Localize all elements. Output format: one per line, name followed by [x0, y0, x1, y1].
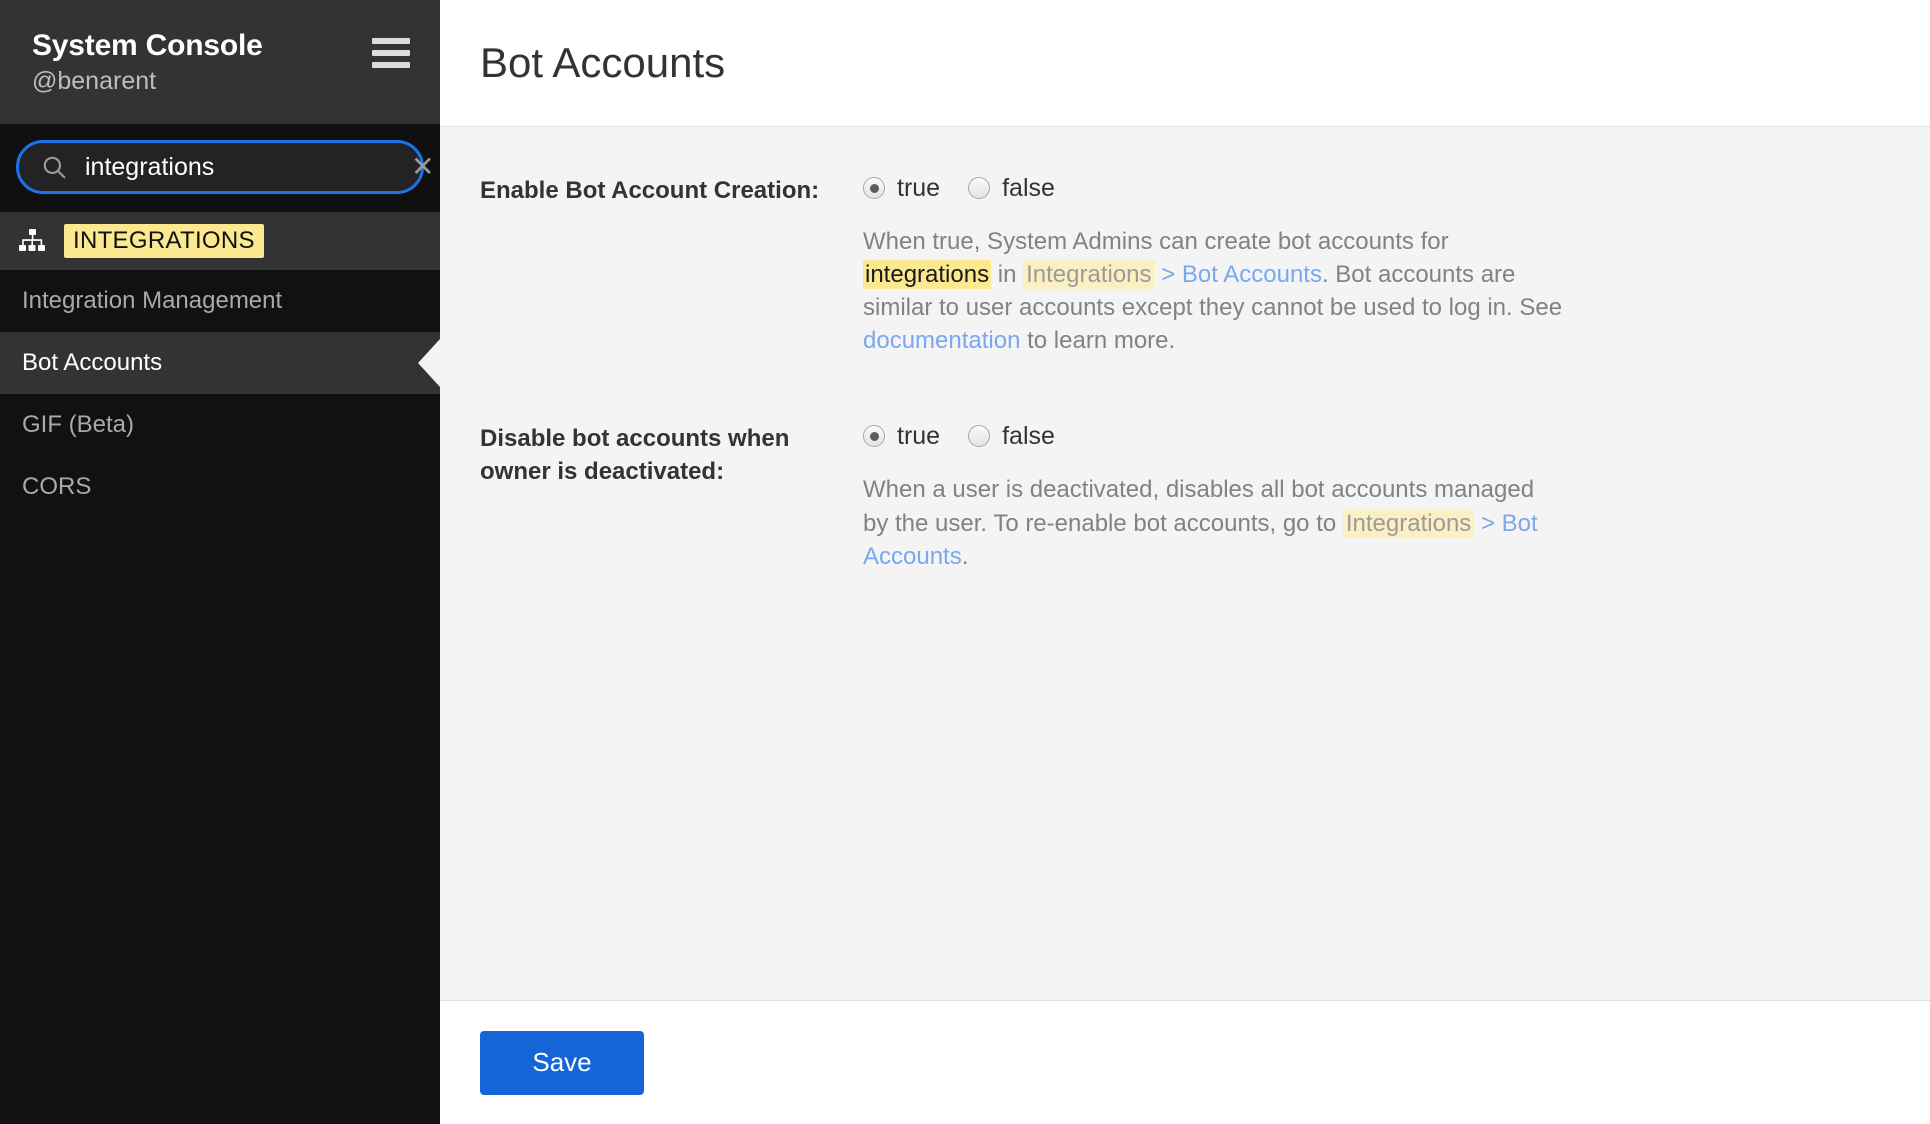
- sidebar-item-label: GIF (Beta): [22, 411, 134, 439]
- radio-group-enable-bot-account-creation: true false: [863, 171, 1890, 205]
- current-username: @benarent: [32, 67, 263, 97]
- sidebar-item-label: Bot Accounts: [22, 349, 162, 377]
- hamburger-icon[interactable]: [372, 38, 410, 68]
- link-documentation[interactable]: documentation: [863, 327, 1020, 354]
- search-area: ✕: [0, 124, 440, 212]
- main-panel: Bot Accounts Enable Bot Account Creation…: [440, 0, 1930, 1124]
- sidebar-header: System Console @benarent: [0, 0, 440, 124]
- help-text-segment: in: [991, 261, 1023, 288]
- search-match-highlight-soft: Integrations: [1023, 260, 1154, 289]
- link-bot-accounts[interactable]: > Bot Accounts: [1155, 261, 1322, 288]
- radio-indicator[interactable]: [863, 425, 885, 447]
- sitemap-icon: [18, 228, 50, 254]
- radio-label: true: [897, 422, 940, 451]
- radio-indicator[interactable]: [968, 177, 990, 199]
- sidebar-item-gif-beta[interactable]: GIF (Beta): [0, 394, 440, 456]
- sidebar: System Console @benarent ✕: [0, 0, 440, 1124]
- radio-group-disable-bot-accounts: true false: [863, 419, 1890, 453]
- help-text-segment: When true, System Admins can create bot …: [863, 228, 1449, 255]
- sidebar-nav: Integration Management Bot Accounts GIF …: [0, 270, 440, 518]
- setting-control: true false When a user is deactivated, d…: [863, 419, 1890, 572]
- footer-bar: Save: [440, 1000, 1930, 1124]
- setting-help-text: When a user is deactivated, disables all…: [863, 473, 1563, 572]
- page-header: Bot Accounts: [440, 0, 1930, 127]
- radio-option-true[interactable]: true: [863, 422, 940, 451]
- radio-option-true[interactable]: true: [863, 174, 940, 203]
- radio-label: false: [1002, 422, 1055, 451]
- hamburger-bar: [372, 62, 410, 68]
- setting-label: Disable bot accounts when owner is deact…: [480, 419, 863, 488]
- radio-indicator[interactable]: [968, 425, 990, 447]
- hamburger-bar: [372, 38, 410, 44]
- page-title: Bot Accounts: [480, 39, 725, 87]
- help-text-segment: .: [962, 543, 969, 570]
- radio-indicator[interactable]: [863, 177, 885, 199]
- sidebar-section-label: INTEGRATIONS: [64, 224, 264, 258]
- help-text-segment: to learn more.: [1020, 327, 1175, 354]
- app-title: System Console: [32, 28, 263, 63]
- save-button[interactable]: Save: [480, 1031, 644, 1095]
- sidebar-item-bot-accounts[interactable]: Bot Accounts: [0, 332, 440, 394]
- radio-option-false[interactable]: false: [968, 174, 1055, 203]
- setting-label: Enable Bot Account Creation:: [480, 171, 863, 208]
- search-input[interactable]: [67, 153, 407, 182]
- settings-content: Enable Bot Account Creation: true false: [440, 127, 1930, 1000]
- sidebar-item-label: CORS: [22, 473, 91, 501]
- sidebar-item-cors[interactable]: CORS: [0, 456, 440, 518]
- close-icon[interactable]: ✕: [407, 153, 438, 181]
- setting-control: true false When true, System Admins can …: [863, 171, 1890, 357]
- setting-disable-bot-accounts-when-owner-deactivated: Disable bot accounts when owner is deact…: [480, 419, 1890, 572]
- setting-enable-bot-account-creation: Enable Bot Account Creation: true false: [480, 171, 1890, 357]
- sidebar-item-label: Integration Management: [22, 287, 282, 315]
- sidebar-item-integration-management[interactable]: Integration Management: [0, 270, 440, 332]
- radio-label: false: [1002, 174, 1055, 203]
- radio-option-false[interactable]: false: [968, 422, 1055, 451]
- search-box[interactable]: ✕: [16, 140, 424, 194]
- setting-help-text: When true, System Admins can create bot …: [863, 225, 1563, 357]
- sidebar-section-integrations: INTEGRATIONS: [0, 212, 440, 270]
- brand-block: System Console @benarent: [32, 28, 263, 97]
- search-match-highlight: integrations: [863, 260, 991, 289]
- search-match-highlight-soft: Integrations: [1343, 509, 1474, 538]
- system-console-app: System Console @benarent ✕: [0, 0, 1930, 1124]
- radio-label: true: [897, 174, 940, 203]
- search-icon: [41, 154, 67, 180]
- hamburger-bar: [372, 50, 410, 56]
